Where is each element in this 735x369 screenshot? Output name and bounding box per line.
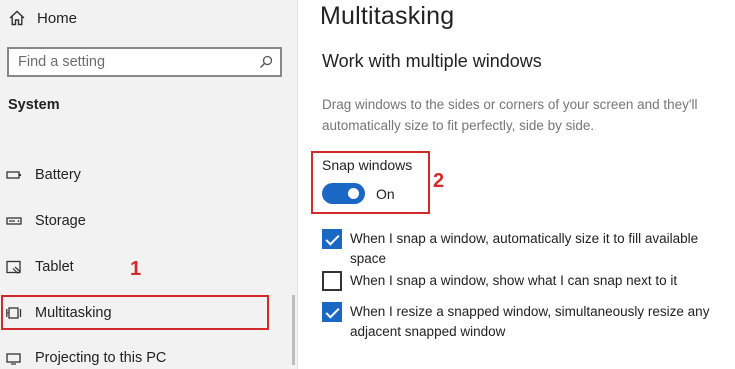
sidebar-item-label: Battery — [35, 167, 81, 183]
sidebar-item-label: Projecting to this PC — [35, 350, 167, 366]
section-subheading: Work with multiple windows — [322, 51, 542, 71]
annotation-highlight-multitasking — [1, 295, 269, 330]
sidebar-scrollbar[interactable] — [292, 295, 295, 365]
home-label: Home — [37, 9, 78, 27]
option-label: When I resize a snapped window, simultan… — [350, 304, 710, 339]
search-icon[interactable] — [259, 55, 273, 69]
snap-toggle-state: On — [376, 186, 395, 202]
section-description: Drag windows to the sides or corners of … — [322, 97, 698, 133]
option-resize-adjacent[interactable]: When I resize a snapped window, simultan… — [322, 302, 735, 342]
main-panel: Multitasking Work with multiple windows … — [299, 0, 735, 369]
sidebar-item-storage[interactable]: Storage — [0, 203, 298, 239]
projecting-icon — [6, 353, 21, 365]
page-title: Multitasking — [320, 2, 455, 30]
home-icon — [9, 10, 25, 26]
search-box[interactable] — [7, 47, 282, 77]
search-input[interactable] — [9, 54, 249, 70]
annotation-step-2: 2 — [433, 170, 445, 192]
home-link[interactable]: Home — [8, 7, 77, 29]
tablet-icon — [6, 260, 21, 274]
sidebar-item-tablet[interactable]: Tablet — [0, 249, 298, 285]
option-show-snap-next[interactable]: When I snap a window, show what I can sn… — [322, 271, 735, 291]
toggle-knob — [348, 188, 359, 199]
option-label: When I snap a window, automatically size… — [350, 231, 699, 266]
checkbox-auto-size[interactable] — [322, 229, 342, 249]
battery-icon — [6, 171, 21, 179]
storage-icon — [6, 217, 22, 225]
annotation-step-1: 1 — [130, 258, 142, 280]
settings-sidebar: Home System Battery Storage Tablet — [0, 0, 298, 369]
section-title: System — [8, 97, 60, 113]
snap-windows-label: Snap windows — [322, 157, 413, 173]
snap-windows-toggle[interactable] — [322, 183, 365, 204]
checkbox-resize-adjacent[interactable] — [322, 302, 342, 322]
checkbox-show-snap-next[interactable] — [322, 271, 342, 291]
option-label: When I snap a window, show what I can sn… — [350, 273, 678, 288]
option-auto-size[interactable]: When I snap a window, automatically size… — [322, 229, 735, 269]
sidebar-item-battery[interactable]: Battery — [0, 157, 298, 193]
sidebar-item-projecting[interactable]: Projecting to this PC — [0, 340, 298, 369]
sidebar-item-label: Storage — [35, 213, 86, 229]
sidebar-item-label: Tablet — [35, 259, 74, 275]
